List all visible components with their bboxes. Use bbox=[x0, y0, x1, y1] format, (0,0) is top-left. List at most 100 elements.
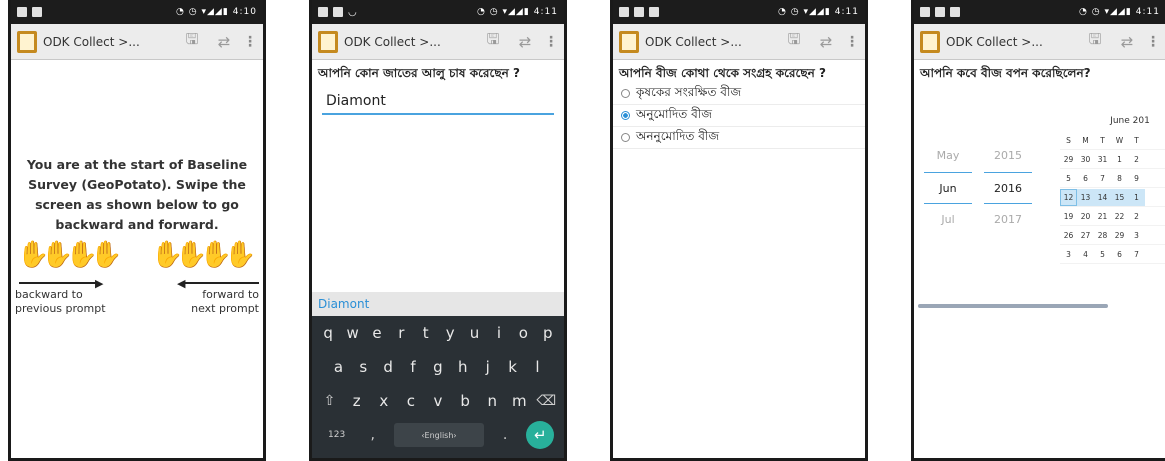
calendar-day[interactable]: 19 bbox=[1060, 212, 1077, 221]
key-u[interactable]: u bbox=[465, 324, 485, 342]
radio-button[interactable] bbox=[621, 89, 630, 98]
year-picker[interactable]: 2015 2016 2017 bbox=[984, 140, 1032, 236]
calendar-day[interactable]: 6 bbox=[1077, 174, 1094, 183]
shift-key-icon[interactable]: ⇧ bbox=[320, 393, 340, 409]
calendar-day[interactable]: 29 bbox=[1060, 155, 1077, 164]
language-icon[interactable]: ⇄ bbox=[813, 33, 839, 51]
calendar-day[interactable]: 22 bbox=[1111, 212, 1128, 221]
calendar-day[interactable]: 2 bbox=[1128, 212, 1145, 221]
calendar-day[interactable]: 7 bbox=[1128, 250, 1145, 259]
calendar-day[interactable]: 12 bbox=[1060, 188, 1077, 206]
calendar-day[interactable]: 13 bbox=[1077, 188, 1094, 206]
calendar-day[interactable]: 7 bbox=[1094, 174, 1111, 183]
key-n[interactable]: n bbox=[482, 392, 502, 410]
calendar-day[interactable]: 3 bbox=[1060, 250, 1077, 259]
more-options-icon[interactable]: ⋮ bbox=[1146, 34, 1160, 50]
language-icon[interactable]: ⇄ bbox=[1114, 33, 1140, 51]
month-option[interactable]: Jul bbox=[924, 204, 972, 236]
key-k[interactable]: k bbox=[503, 358, 523, 376]
calendar-day[interactable]: 1 bbox=[1128, 188, 1145, 206]
key-c[interactable]: c bbox=[401, 392, 421, 410]
language-icon[interactable]: ⇄ bbox=[211, 33, 237, 51]
year-selected[interactable]: 2016 bbox=[984, 172, 1032, 204]
key-e[interactable]: e bbox=[367, 324, 387, 342]
radio-button[interactable] bbox=[621, 133, 630, 142]
more-options-icon[interactable]: ⋮ bbox=[544, 34, 558, 50]
calendar-day[interactable]: 15 bbox=[1111, 188, 1128, 206]
enter-key-icon[interactable]: ↵ bbox=[526, 421, 555, 449]
month-picker[interactable]: May Jun Jul bbox=[924, 140, 972, 236]
key-w[interactable]: w bbox=[343, 324, 363, 342]
odk-app-icon bbox=[17, 30, 37, 53]
key-z[interactable]: z bbox=[347, 392, 367, 410]
year-option[interactable]: 2017 bbox=[984, 204, 1032, 236]
calendar-day[interactable]: 28 bbox=[1094, 231, 1111, 240]
key-y[interactable]: y bbox=[440, 324, 460, 342]
app-title[interactable]: ODK Collect >... bbox=[344, 35, 474, 49]
calendar-day[interactable]: 5 bbox=[1060, 174, 1077, 183]
key-q[interactable]: q bbox=[318, 324, 338, 342]
numbers-key[interactable]: 123 bbox=[322, 430, 352, 440]
app-title[interactable]: ODK Collect >... bbox=[43, 35, 173, 49]
answer-input[interactable] bbox=[322, 89, 554, 115]
comma-key[interactable]: , bbox=[363, 427, 383, 443]
radio-option[interactable]: কৃষকের সংরক্ষিত বীজ bbox=[613, 83, 865, 105]
key-g[interactable]: g bbox=[428, 358, 448, 376]
calendar-day[interactable]: 21 bbox=[1094, 212, 1111, 221]
calendar-day[interactable]: 26 bbox=[1060, 231, 1077, 240]
calendar-day[interactable]: 20 bbox=[1077, 212, 1094, 221]
key-r[interactable]: r bbox=[391, 324, 411, 342]
app-title[interactable]: ODK Collect >... bbox=[946, 35, 1076, 49]
calendar-day[interactable]: 8 bbox=[1111, 174, 1128, 183]
save-icon[interactable]: 🖫 bbox=[1082, 29, 1108, 54]
key-a[interactable]: a bbox=[328, 358, 348, 376]
calendar-day[interactable]: 30 bbox=[1077, 155, 1094, 164]
calendar-day[interactable]: 2 bbox=[1128, 155, 1145, 164]
calendar-day[interactable]: 14 bbox=[1094, 188, 1111, 206]
key-j[interactable]: j bbox=[478, 358, 498, 376]
calendar-day[interactable]: 1 bbox=[1111, 155, 1128, 164]
radio-option[interactable]: অনুমোদিত বীজ bbox=[613, 105, 865, 127]
key-f[interactable]: f bbox=[403, 358, 423, 376]
calendar-day[interactable]: 9 bbox=[1128, 174, 1145, 183]
backspace-key-icon[interactable]: ⌫ bbox=[536, 393, 557, 409]
key-x[interactable]: x bbox=[374, 392, 394, 410]
radio-button[interactable] bbox=[621, 111, 630, 120]
more-options-icon[interactable]: ⋮ bbox=[845, 34, 859, 50]
key-h[interactable]: h bbox=[453, 358, 473, 376]
calendar-day[interactable]: 3 bbox=[1128, 231, 1145, 240]
form-content[interactable]: You are at the start of Baseline Survey … bbox=[11, 60, 263, 458]
save-icon[interactable]: 🖫 bbox=[781, 29, 807, 54]
save-icon[interactable]: 🖫 bbox=[480, 29, 506, 54]
year-option[interactable]: 2015 bbox=[984, 140, 1032, 172]
month-option[interactable]: May bbox=[924, 140, 972, 172]
radio-option[interactable]: অননুমোদিত বীজ bbox=[613, 127, 865, 149]
phone-screen-seed-source: ◔ ◷ ▾◢◢▮ 4:11 ODK Collect >... 🖫 ⇄ ⋮ আপনি… bbox=[610, 0, 868, 461]
key-b[interactable]: b bbox=[455, 392, 475, 410]
key-o[interactable]: o bbox=[513, 324, 533, 342]
app-title[interactable]: ODK Collect >... bbox=[645, 35, 775, 49]
calendar-view[interactable]: June 201 SMTWT 29 30 31 1 2 5 6 7 8 9 12 13 14 15 1 19 2… bbox=[1060, 116, 1165, 264]
language-icon[interactable]: ⇄ bbox=[512, 33, 538, 51]
calendar-day[interactable]: 6 bbox=[1111, 250, 1128, 259]
key-i[interactable]: i bbox=[489, 324, 509, 342]
calendar-day[interactable]: 31 bbox=[1094, 155, 1111, 164]
calendar-day[interactable]: 27 bbox=[1077, 231, 1094, 240]
calendar-day[interactable]: 29 bbox=[1111, 231, 1128, 240]
more-options-icon[interactable]: ⋮ bbox=[243, 34, 257, 50]
month-selected[interactable]: Jun bbox=[924, 172, 972, 204]
key-s[interactable]: s bbox=[353, 358, 373, 376]
save-icon[interactable]: 🖫 bbox=[179, 29, 205, 54]
key-l[interactable]: l bbox=[527, 358, 547, 376]
key-p[interactable]: p bbox=[538, 324, 558, 342]
space-key[interactable]: ‹ English › bbox=[393, 423, 484, 447]
horizontal-scrollbar[interactable] bbox=[918, 304, 1108, 308]
key-v[interactable]: v bbox=[428, 392, 448, 410]
key-t[interactable]: t bbox=[416, 324, 436, 342]
key-d[interactable]: d bbox=[378, 358, 398, 376]
calendar-day[interactable]: 5 bbox=[1094, 250, 1111, 259]
key-m[interactable]: m bbox=[509, 392, 529, 410]
period-key[interactable]: . bbox=[495, 427, 515, 443]
autocomplete-suggestion[interactable]: Diamont bbox=[312, 292, 564, 316]
calendar-day[interactable]: 4 bbox=[1077, 250, 1094, 259]
